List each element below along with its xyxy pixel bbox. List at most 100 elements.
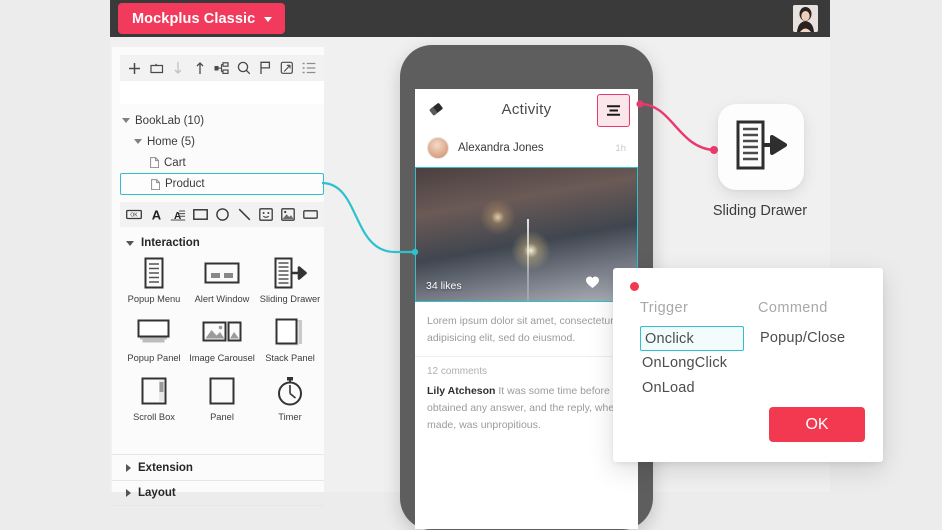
tree-item-home[interactable]: Home (5) (120, 131, 324, 152)
tree-item-product[interactable]: Product (120, 173, 324, 195)
tree-item-label: Cart (164, 156, 186, 169)
brand-label: Mockplus Classic (132, 10, 256, 27)
circle-icon[interactable] (214, 207, 230, 223)
heart-icon[interactable] (585, 275, 600, 294)
search-icon[interactable] (236, 60, 252, 76)
component-panel[interactable]: Panel (188, 373, 256, 422)
component-image-carousel[interactable]: Image Carousel (188, 314, 256, 363)
app-logo-icon[interactable] (427, 100, 445, 123)
post-comments-count: 12 comments (427, 366, 488, 377)
component-label: Alert Window (194, 294, 250, 304)
brand-menu-button[interactable]: Mockplus Classic (118, 3, 286, 34)
sliding-drawer-card[interactable] (718, 104, 804, 190)
folder-icon[interactable] (149, 60, 165, 76)
column-header: Commend (758, 300, 828, 316)
component-label: Stack Panel (265, 353, 315, 363)
trigger-option-onload[interactable]: OnLoad (640, 376, 744, 401)
image-carousel-icon (202, 314, 242, 350)
timer-icon (275, 373, 305, 409)
user-avatar[interactable] (793, 5, 818, 32)
section-label: Interaction (141, 237, 200, 249)
arrow-up-icon[interactable] (192, 60, 208, 76)
dialog-column-trigger: Trigger Onclick OnLongClick OnLoad (640, 300, 744, 401)
section-interaction[interactable]: Interaction (112, 233, 324, 253)
post-photo[interactable]: 34 likes (415, 167, 638, 302)
widget-toolbar: OK A A (120, 202, 324, 227)
rectangle-icon[interactable] (192, 207, 208, 223)
left-panel: BookLab (10) Home (5) Cart Product OK A … (112, 47, 324, 506)
phone-screen: Activity Alexandra Jones 1h 34 likes Lor… (415, 89, 638, 529)
hamburger-menu-icon[interactable] (597, 94, 630, 127)
button-icon[interactable]: OK (126, 207, 142, 223)
sparkler-decoration (526, 218, 529, 301)
post-comment: Lily Atcheson It was some time before he… (415, 381, 638, 434)
stack-panel-icon (274, 314, 306, 350)
tree-item-booklab[interactable]: BookLab (10) (120, 110, 324, 131)
section-extension[interactable]: Extension (112, 454, 324, 480)
popup-panel-icon (136, 314, 172, 350)
sitemap-icon[interactable] (214, 60, 230, 76)
component-popup-menu[interactable]: Popup Menu (120, 255, 188, 304)
component-label: Popup Menu (127, 294, 181, 304)
component-label: Image Carousel (189, 353, 255, 363)
paragraph-icon[interactable]: A (170, 207, 186, 223)
smiley-icon[interactable] (258, 207, 274, 223)
component-timer[interactable]: Timer (256, 373, 324, 422)
close-dot-icon[interactable] (630, 282, 639, 291)
duplicate-icon[interactable] (279, 60, 295, 76)
trigger-option-onlongclick[interactable]: OnLongClick (640, 351, 744, 376)
tree-item-cart[interactable]: Cart (120, 152, 324, 173)
text-icon[interactable]: A (148, 207, 164, 223)
svg-text:OK: OK (130, 213, 138, 219)
search-input[interactable] (120, 81, 324, 104)
line-icon[interactable] (236, 207, 252, 223)
triangle-right-icon (126, 463, 131, 472)
post-caption: Lorem ipsum dolor sit amet, consectetur … (415, 302, 638, 357)
post-likes-count: 34 likes (426, 280, 462, 292)
list-icon[interactable] (301, 60, 317, 76)
sliding-drawer-card-label: Sliding Drawer (712, 203, 808, 219)
alert-window-icon (204, 255, 240, 291)
triangle-right-icon (126, 489, 131, 497)
dialog-column-commend: Commend Popup/Close (758, 300, 845, 351)
image-icon[interactable] (280, 207, 296, 223)
section-label: Extension (138, 461, 193, 474)
ok-button[interactable]: OK (769, 407, 865, 442)
triangle-down-icon[interactable] (134, 139, 142, 144)
component-grid: Popup Menu Alert Window Sliding Drawer P… (120, 255, 324, 422)
component-sliding-drawer[interactable]: Sliding Drawer (256, 255, 324, 304)
screenshot-root: Mockplus Classic BookLab (10) Home (5) C… (0, 0, 942, 530)
component-stack-panel[interactable]: Stack Panel (256, 314, 324, 363)
section-label: Layout (138, 487, 176, 499)
plus-icon[interactable] (127, 60, 143, 76)
triangle-down-icon (126, 241, 134, 246)
svg-text:A: A (151, 208, 161, 221)
triangle-down-icon[interactable] (122, 118, 130, 123)
input-icon[interactable] (302, 207, 318, 223)
component-label: Popup Panel (127, 353, 181, 363)
commend-option-popup-close[interactable]: Popup/Close (758, 326, 845, 351)
component-scroll-box[interactable]: Scroll Box (120, 373, 188, 422)
post-author-row: Alexandra Jones 1h (415, 129, 638, 167)
component-alert-window[interactable]: Alert Window (188, 255, 256, 304)
phone-header: Activity (415, 89, 638, 129)
post-timestamp: 1h (615, 142, 626, 154)
trigger-option-onclick[interactable]: Onclick (640, 326, 744, 351)
phone-title: Activity (501, 100, 552, 118)
titlebar: Mockplus Classic (110, 0, 830, 37)
column-header: Trigger (640, 300, 689, 316)
tree-item-label: Home (5) (147, 135, 195, 148)
arrow-down-icon[interactable] (170, 60, 186, 76)
section-layout[interactable]: Layout (112, 480, 324, 506)
post-avatar (427, 137, 449, 159)
flag-icon[interactable] (257, 60, 273, 76)
tree-item-label: Product (165, 178, 205, 190)
avatar-image (793, 5, 818, 32)
page-icon (151, 178, 160, 190)
component-popup-panel[interactable]: Popup Panel (120, 314, 188, 363)
interaction-dialog: Trigger Onclick OnLongClick OnLoad Comme… (613, 268, 883, 462)
post-author-name: Alexandra Jones (458, 142, 544, 154)
component-label: Panel (210, 412, 234, 422)
scroll-box-icon (140, 373, 168, 409)
component-label: Timer (278, 412, 302, 422)
